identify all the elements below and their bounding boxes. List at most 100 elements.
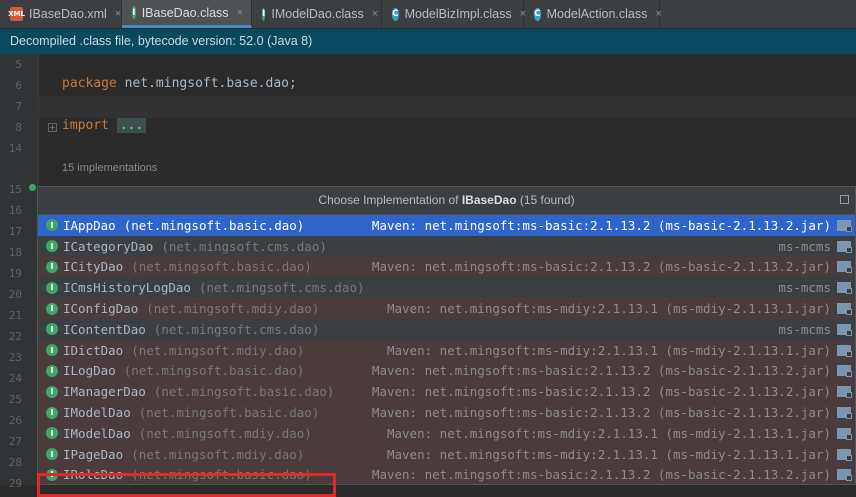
code-editor[interactable]: 5 6 7 8 14 15 16 17 18 19 20 21 22 23 24 25 26 27 28 29 pac… [0, 54, 856, 497]
implementation-item[interactable]: I IPageDao (net.mingsoft.mdiy.dao) Maven: n… [38, 443, 855, 465]
interface-icon: I [46, 364, 58, 377]
interface-icon: I [46, 240, 58, 253]
popup-title-count: (15 found) [516, 193, 575, 207]
import-line[interactable]: import ... [62, 118, 147, 133]
choose-implementation-popup: Choose Implementation of IBaseDao (15 fo… [37, 186, 856, 485]
impl-package: (net.mingsoft.mdiy.dao) [131, 446, 305, 462]
impl-library: Maven: net.mingsoft:ms-mdiy:2.1.13.1 (ms… [386, 425, 831, 441]
impl-library: Maven: net.mingsoft:ms-basic:2.1.13.2 (m… [371, 259, 831, 275]
impl-name: ICategoryDao [63, 238, 154, 254]
close-tab-icon[interactable]: × [372, 8, 378, 20]
tab-label: IBaseDao.class [141, 5, 229, 20]
line-number: 6 [15, 79, 22, 92]
line-number: 27 [8, 435, 22, 448]
package-line[interactable]: package net.mingsoft.base.dao; [62, 76, 297, 91]
implementation-item[interactable]: I IModelDao (net.mingsoft.mdiy.dao) Maven: … [38, 422, 855, 444]
implementations-hint[interactable]: 15 implementations [62, 162, 157, 174]
impl-package: (net.mingsoft.cms.dao) [161, 238, 327, 254]
popup-title: Choose Implementation of IBaseDao (15 fo… [38, 187, 855, 215]
implementation-item[interactable]: I ICmsHistoryLogDao (net.mingsoft.cms.dao)… [38, 277, 855, 298]
folded-imports[interactable]: ... [116, 118, 147, 133]
tab-2[interactable]: I IModelDao.class × [252, 0, 382, 28]
line-number: 8 [15, 121, 22, 134]
implementation-item[interactable]: I ICityDao (net.mingsoft.basic.dao) Maven: … [38, 256, 855, 278]
library-folder-icon [837, 448, 852, 461]
impl-package: (net.mingsoft.basic.dao) [138, 405, 320, 421]
interface-icon: I [46, 260, 58, 273]
interface-icon: I [46, 219, 58, 232]
pin-popup-icon[interactable] [840, 195, 849, 204]
implementation-item[interactable]: I IDictDao (net.mingsoft.mdiy.dao) Maven: n… [38, 339, 855, 361]
line-number: 23 [8, 351, 22, 364]
impl-package: (net.mingsoft.basic.dao) [123, 217, 305, 233]
line-number: 24 [8, 372, 22, 385]
implementation-item[interactable]: I IRoleDao (net.mingsoft.basic.dao) Maven: … [38, 464, 855, 484]
impl-library: Maven: net.mingsoft:ms-mdiy:2.1.13.1 (ms… [386, 342, 831, 358]
impl-library: Maven: net.mingsoft:ms-basic:2.1.13.2 (m… [371, 217, 831, 233]
implementation-item[interactable]: I ILogDao (net.mingsoft.basic.dao) Maven: n… [38, 360, 855, 382]
close-tab-icon[interactable]: × [655, 8, 661, 20]
tab-0[interactable]: XML IBaseDao.xml × [0, 0, 122, 28]
library-folder-icon [837, 344, 852, 357]
impl-name: ILogDao [63, 363, 116, 379]
impl-library: ms-mcms [778, 238, 831, 254]
tab-4[interactable]: C ModelAction.class × [524, 0, 662, 28]
implemented-gutter-icon[interactable] [29, 184, 36, 191]
popup-title-interface: IBaseDao [461, 193, 517, 207]
line-gutter: 5 6 7 8 14 15 16 17 18 19 20 21 22 23 24 25 26 27 28 29 [0, 54, 39, 490]
line-number: 20 [8, 288, 22, 301]
line-number: 14 [8, 142, 22, 155]
tab-label: IBaseDao.xml [29, 7, 107, 21]
implementation-item[interactable]: I IManagerDao (net.mingsoft.basic.dao) Mave… [38, 381, 855, 403]
impl-library: Maven: net.mingsoft:ms-mdiy:2.1.13.1 (ms… [386, 446, 831, 462]
tab-label: IModelDao.class [271, 7, 364, 21]
implementation-item[interactable]: I IContentDao (net.mingsoft.cms.dao) ms-mcm… [38, 319, 855, 340]
xml-file-icon: XML [8, 7, 25, 21]
impl-package: (net.mingsoft.basic.dao) [131, 467, 312, 483]
library-folder-icon [837, 323, 852, 336]
tab-1[interactable]: I IBaseDao.class × [122, 0, 252, 28]
impl-package: (net.mingsoft.basic.dao) [131, 259, 312, 275]
impl-library: Maven: net.mingsoft:ms-basic:2.1.13.2 (m… [371, 363, 831, 379]
line-number: 16 [8, 204, 22, 217]
implementation-list: I IAppDao (net.mingsoft.basic.dao) Maven: n… [38, 215, 855, 484]
impl-library: Maven: net.mingsoft:ms-basic:2.1.13.2 (m… [371, 405, 831, 421]
editor-tab-bar: XML IBaseDao.xml × I IBaseDao.class × I IModelD… [0, 0, 856, 29]
impl-library: Maven: net.mingsoft:ms-basic:2.1.13.2 (m… [371, 467, 831, 483]
impl-library: Maven: net.mingsoft:ms-mdiy:2.1.13.1 (ms… [386, 301, 831, 317]
implementation-item[interactable]: I IModelDao (net.mingsoft.basic.dao) Maven:… [38, 402, 855, 423]
close-tab-icon[interactable]: × [115, 8, 121, 20]
interface-icon: I [46, 385, 58, 398]
library-folder-icon [837, 407, 852, 420]
current-line-highlight [39, 96, 856, 118]
line-number: 15 [8, 183, 22, 196]
implementation-item[interactable]: I IConfigDao (net.mingsoft.mdiy.dao) Maven:… [38, 298, 855, 319]
line-number: 22 [8, 330, 22, 343]
impl-name: IAppDao [63, 217, 116, 233]
interface-icon: I [46, 302, 58, 315]
impl-name: IDictDao [63, 342, 124, 358]
impl-package: (net.mingsoft.basic.dao) [153, 384, 335, 400]
package-name: net.mingsoft.base.dao; [116, 76, 297, 91]
import-keyword: import [62, 118, 109, 133]
implementation-item[interactable]: I ICategoryDao (net.mingsoft.cms.dao) ms-mc… [38, 236, 855, 257]
interface-icon: I [132, 6, 136, 19]
tab-label: ModelBizImpl.class [404, 7, 512, 21]
tab-3[interactable]: C ModelBizImpl.class × [382, 0, 526, 28]
interface-icon: I [46, 427, 58, 440]
library-folder-icon [837, 282, 852, 295]
library-folder-icon [837, 469, 852, 482]
class-icon: C [534, 7, 541, 21]
impl-name: ICityDao [63, 259, 124, 275]
library-folder-icon [837, 386, 852, 399]
line-number: 21 [8, 309, 22, 322]
impl-package: (net.mingsoft.mdiy.dao) [138, 425, 312, 441]
implementation-item[interactable]: I IAppDao (net.mingsoft.basic.dao) Maven: n… [38, 215, 855, 236]
class-icon: C [392, 7, 399, 21]
close-tab-icon[interactable]: × [237, 7, 243, 19]
line-number: 25 [8, 393, 22, 406]
decompiled-banner: Decompiled .class file, bytecode version… [0, 29, 856, 54]
impl-name: IConfigDao [63, 301, 139, 317]
fold-toggle-icon[interactable]: + [48, 123, 57, 132]
impl-package: (net.mingsoft.cms.dao) [198, 280, 365, 296]
